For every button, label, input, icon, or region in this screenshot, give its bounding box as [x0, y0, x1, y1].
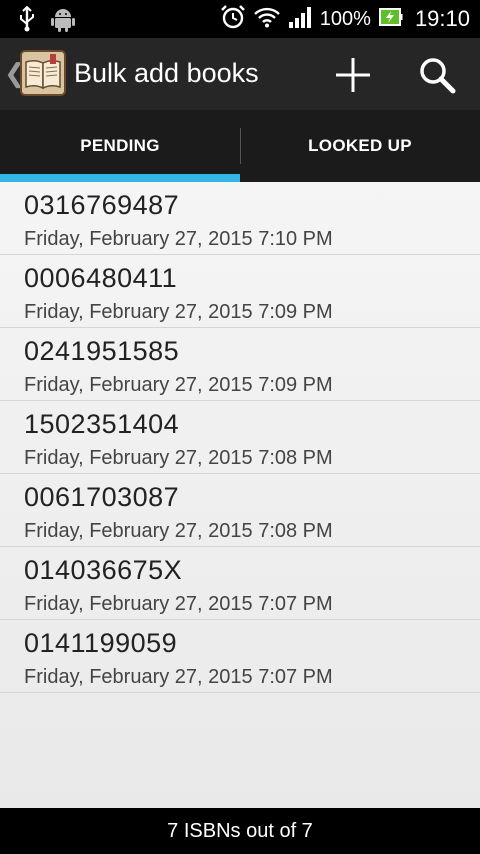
- wifi-icon: [253, 6, 280, 33]
- signal-icon: [288, 6, 312, 33]
- alarm-icon: [220, 4, 246, 35]
- action-bar: ❮ Bulk add books: [0, 38, 480, 110]
- app-logo-book-icon[interactable]: [20, 50, 66, 96]
- list-item[interactable]: 0006480411 Friday, February 27, 2015 7:0…: [0, 255, 480, 328]
- android-debug-icon: [50, 6, 76, 37]
- isbn-text: 0316769487: [24, 190, 180, 220]
- list-item[interactable]: 0316769487 Friday, February 27, 2015 7:1…: [0, 182, 480, 255]
- list-item[interactable]: 0241951585 Friday, February 27, 2015 7:0…: [0, 328, 480, 401]
- tab-bar: PENDING LOOKED UP: [0, 110, 480, 182]
- battery-charging-icon: [378, 7, 403, 31]
- tab-pending[interactable]: PENDING: [0, 110, 240, 182]
- page-title: Bulk add books: [74, 58, 259, 88]
- list-item[interactable]: 0141199059 Friday, February 27, 2015 7:0…: [0, 620, 480, 693]
- plus-icon: [336, 58, 370, 92]
- date-text: Friday, February 27, 2015 7:08 PM: [24, 520, 333, 542]
- usb-icon: [18, 5, 36, 37]
- system-icons: 100% 19:10: [220, 0, 470, 38]
- date-text: Friday, February 27, 2015 7:08 PM: [24, 447, 333, 469]
- search-icon: [420, 58, 456, 94]
- clock: 19:10: [414, 6, 470, 31]
- isbn-text: 1502351404: [24, 409, 180, 439]
- status-bar: 100% 19:10: [0, 0, 480, 38]
- date-text: Friday, February 27, 2015 7:07 PM: [24, 593, 333, 615]
- list-item[interactable]: 0061703087 Friday, February 27, 2015 7:0…: [0, 474, 480, 547]
- isbn-list[interactable]: 0316769487 Friday, February 27, 2015 7:1…: [0, 182, 480, 808]
- isbn-text: 0141199059: [24, 628, 178, 658]
- list-item[interactable]: 1502351404 Friday, February 27, 2015 7:0…: [0, 401, 480, 474]
- list-item[interactable]: 014036675X Friday, February 27, 2015 7:0…: [0, 547, 480, 620]
- date-text: Friday, February 27, 2015 7:10 PM: [24, 228, 333, 250]
- notification-icons: [18, 5, 76, 37]
- isbn-text: 0061703087: [24, 482, 180, 512]
- isbn-text: 014036675X: [24, 555, 183, 585]
- isbn-text: 0241951585: [24, 336, 180, 366]
- date-text: Friday, February 27, 2015 7:09 PM: [24, 374, 333, 396]
- date-text: Friday, February 27, 2015 7:09 PM: [24, 301, 333, 323]
- add-button[interactable]: [330, 52, 376, 98]
- selected-tab-indicator: [0, 174, 240, 182]
- date-text: Friday, February 27, 2015 7:07 PM: [24, 666, 333, 688]
- battery-percent: 100%: [319, 7, 371, 30]
- tab-looked-up[interactable]: LOOKED UP: [240, 110, 480, 182]
- isbn-text: 0006480411: [24, 263, 178, 293]
- isbn-count-footer: 7 ISBNs out of 7: [0, 808, 480, 854]
- search-button[interactable]: [414, 52, 460, 98]
